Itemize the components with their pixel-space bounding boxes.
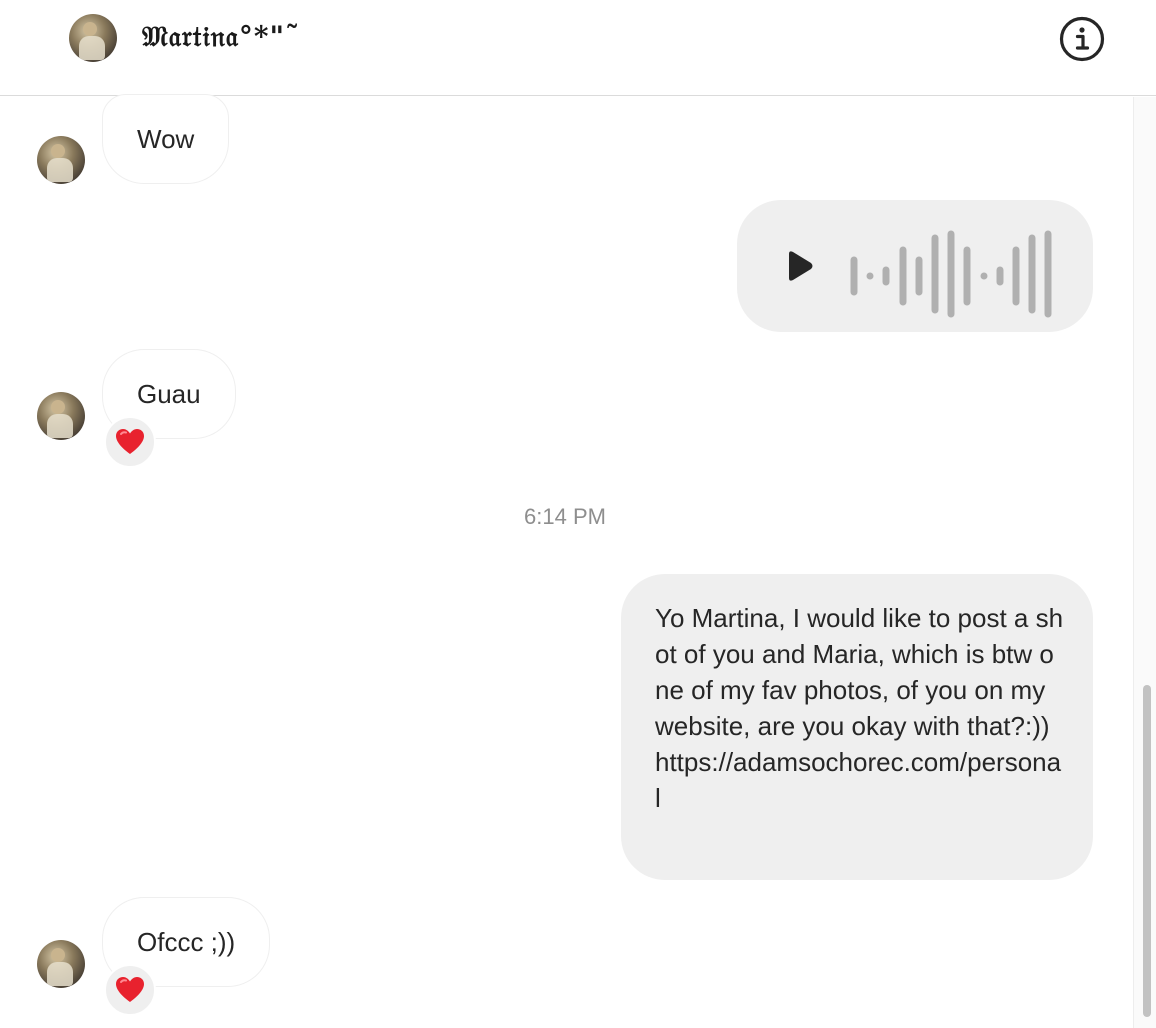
- sender-avatar[interactable]: [37, 136, 85, 184]
- chat-header: 𝔐𝔞𝔯𝔱𝔦𝔫𝔞°*"˜: [0, 0, 1156, 96]
- scrollbar-thumb[interactable]: [1143, 685, 1151, 1017]
- message-text: Ofccc ;)): [137, 927, 236, 957]
- contact-avatar[interactable]: [69, 14, 117, 62]
- heart-icon: [116, 977, 144, 1002]
- chat-window: 𝔐𝔞𝔯𝔱𝔦𝔫𝔞°*"˜ Wow Guau 6:14 PM Yo Martina,…: [0, 0, 1156, 1028]
- outgoing-voice-message[interactable]: [737, 200, 1093, 332]
- voice-waveform: [850, 230, 1052, 318]
- play-icon[interactable]: [783, 248, 817, 284]
- incoming-message-bubble[interactable]: Wow: [102, 94, 230, 184]
- sender-avatar[interactable]: [37, 392, 85, 440]
- message-text: Yo Martina, I would like to post a shot …: [655, 603, 1064, 813]
- info-icon[interactable]: [1059, 16, 1105, 62]
- heart-reaction[interactable]: ❤️: [104, 964, 156, 1016]
- contact-name[interactable]: 𝔐𝔞𝔯𝔱𝔦𝔫𝔞°*"˜: [142, 20, 300, 54]
- scrollbar-track[interactable]: [1133, 97, 1156, 1028]
- message-timestamp: 6:14 PM: [524, 504, 606, 529]
- heart-icon: [116, 429, 144, 454]
- message-text: Guau: [137, 379, 201, 409]
- outgoing-message-bubble[interactable]: Yo Martina, I would like to post a shot …: [621, 574, 1093, 880]
- message-text: Wow: [137, 124, 195, 154]
- sender-avatar[interactable]: [37, 940, 85, 988]
- heart-reaction[interactable]: ❤️: [104, 416, 156, 468]
